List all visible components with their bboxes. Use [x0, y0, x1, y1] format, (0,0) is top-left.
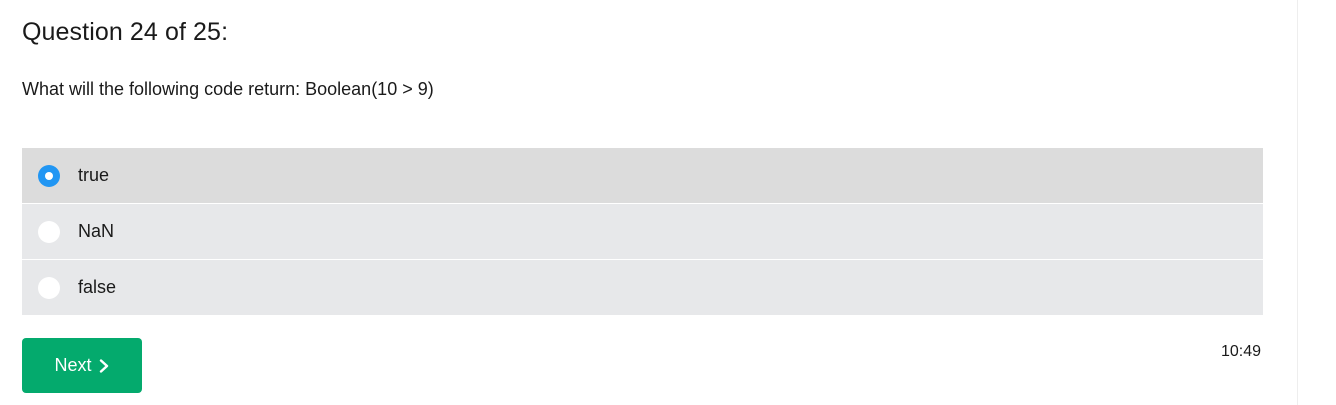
radio-button[interactable]	[38, 220, 60, 243]
divider	[1297, 0, 1298, 405]
quiz-page: Question 24 of 25: What will the followi…	[0, 0, 1336, 405]
next-button[interactable]: Next	[22, 338, 142, 393]
radio-button-checked[interactable]	[38, 164, 60, 187]
answer-option-label: false	[78, 277, 117, 297]
radio-button[interactable]	[38, 276, 60, 299]
countdown-timer: 10:49	[1220, 343, 1261, 360]
question-text: What will the following code return: Boo…	[22, 79, 434, 99]
answer-option-label: NaN	[78, 221, 115, 241]
answer-options: true NaN false	[22, 148, 1263, 316]
question-title: Question 24 of 25:	[22, 18, 229, 46]
answer-option-false[interactable]: false	[22, 260, 1263, 315]
next-button-label: Next	[54, 355, 92, 375]
answer-option-nan[interactable]: NaN	[22, 204, 1263, 259]
answer-option-label: true	[78, 165, 110, 185]
chevron-right-icon	[99, 358, 108, 373]
answer-option-true[interactable]: true	[22, 148, 1263, 203]
